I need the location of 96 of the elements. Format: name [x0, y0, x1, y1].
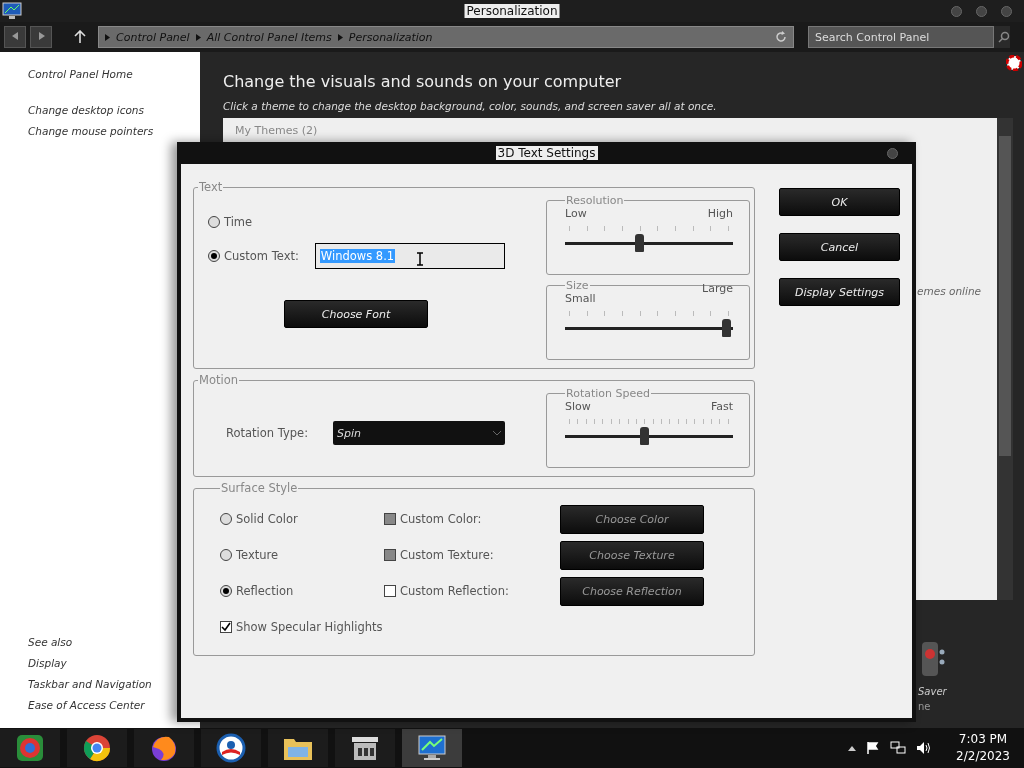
- chevron-icon[interactable]: [337, 33, 343, 41]
- forward-button[interactable]: [30, 26, 52, 48]
- clock[interactable]: 7:03 PM 2/2/2023: [956, 731, 1010, 765]
- speaker-icon[interactable]: [920, 640, 946, 678]
- checkbox-label[interactable]: Custom Texture:: [400, 548, 494, 562]
- close-button[interactable]: [1001, 5, 1012, 17]
- search-field[interactable]: Search Control Panel: [808, 26, 994, 48]
- dialog-button[interactable]: Display Settings: [779, 278, 900, 306]
- sidebar-link[interactable]: Control Panel Home: [28, 64, 200, 85]
- slider-max-label: Fast: [710, 400, 733, 415]
- address-bar[interactable]: Control Panel All Control Panel Items Personalization: [98, 26, 794, 48]
- group-legend: Rotation Speed: [565, 387, 651, 400]
- page-heading: Change the visuals and sounds on your computer: [223, 72, 623, 91]
- back-button[interactable]: [4, 26, 26, 48]
- browser-icon: [82, 733, 112, 763]
- radio-button[interactable]: [220, 549, 232, 561]
- online-themes-link[interactable]: emes online: [917, 285, 981, 297]
- taskbar-button[interactable]: [335, 729, 395, 767]
- dialog-title: 3D Text Settings: [495, 146, 598, 160]
- slider-thumb[interactable]: [639, 427, 649, 445]
- breadcrumb-link[interactable]: All Control Panel Items: [206, 30, 332, 44]
- chevron-icon[interactable]: [105, 33, 110, 41]
- selected-text: Windows 8.1: [319, 249, 396, 263]
- radio-label[interactable]: Solid Color: [236, 512, 298, 526]
- dialog-button[interactable]: Cancel: [779, 233, 900, 261]
- group-heading: My Themes (2): [235, 124, 318, 137]
- group-legend: Surface Style: [220, 481, 299, 495]
- choose-font-button[interactable]: Choose Font: [284, 300, 428, 328]
- rotation-type-dropdown[interactable]: Spin: [333, 421, 506, 445]
- group-legend: Size: [565, 279, 590, 292]
- maximize-button[interactable]: [976, 5, 987, 17]
- slider-max-label: Large: [702, 282, 733, 297]
- monitor-icon: [2, 2, 22, 20]
- up-arrow-icon[interactable]: [74, 30, 86, 44]
- speaker-volume-icon[interactable]: [916, 741, 933, 755]
- breadcrumb-link[interactable]: Personalization: [348, 30, 433, 44]
- rotation-type-label: Rotation Type:: [226, 426, 309, 440]
- slider-thumb[interactable]: [634, 234, 644, 252]
- dialog-button[interactable]: OK: [779, 188, 900, 216]
- choose-button[interactable]: Choose Color: [560, 504, 704, 534]
- show-hidden-icons-icon[interactable]: [848, 745, 857, 751]
- breadcrumb-link[interactable]: Control Panel: [116, 30, 190, 44]
- taskbar-button[interactable]: [67, 729, 127, 767]
- checkbox[interactable]: [384, 585, 396, 597]
- flag-icon[interactable]: [866, 741, 881, 755]
- radio-button[interactable]: [220, 585, 232, 597]
- taskbar-button[interactable]: [134, 729, 194, 767]
- monitor-icon: [416, 733, 448, 763]
- checkbox-label[interactable]: Show Specular Highlights: [236, 620, 383, 634]
- checkbox[interactable]: [384, 549, 396, 561]
- taskbar-button[interactable]: [268, 729, 328, 767]
- taskbar-button[interactable]: [402, 729, 462, 767]
- radio-button[interactable]: [208, 250, 220, 262]
- clock-time: 7:03 PM: [958, 731, 1008, 748]
- taskbar-button[interactable]: [201, 729, 261, 767]
- minimize-button[interactable]: [951, 5, 962, 17]
- checkbox-label[interactable]: Custom Color:: [400, 512, 482, 526]
- window-title: Personalization: [464, 4, 560, 18]
- sidebar-link[interactable]: Change desktop icons: [28, 100, 200, 121]
- right-arrow-icon: [37, 32, 45, 40]
- text-cursor-icon: [415, 252, 424, 266]
- scrollbar[interactable]: [997, 118, 1013, 600]
- checkbox[interactable]: [384, 513, 396, 525]
- screen-saver-label[interactable]: Saver: [918, 686, 947, 697]
- globe-icon: [216, 733, 246, 763]
- radio-label[interactable]: Texture: [236, 548, 279, 562]
- choose-button[interactable]: Choose Reflection: [560, 576, 704, 606]
- screen-saver-sublabel: ne: [918, 701, 931, 712]
- chevron-icon[interactable]: [195, 33, 201, 41]
- radio-label[interactable]: Reflection: [236, 584, 294, 598]
- radio-label[interactable]: Time: [224, 215, 253, 229]
- slider-thumb[interactable]: [722, 319, 732, 337]
- slider-max-label: High: [707, 207, 733, 222]
- radio-label[interactable]: Custom Text:: [224, 249, 299, 263]
- close-button[interactable]: [887, 147, 898, 159]
- help-icon[interactable]: [1006, 55, 1022, 71]
- checkbox-label[interactable]: Custom Reflection:: [400, 584, 509, 598]
- group-legend: Text: [198, 180, 224, 194]
- slider-min-label: Low: [565, 207, 587, 222]
- clock-date: 2/2/2023: [956, 748, 1010, 765]
- page-subtitle: Click a theme to change the desktop background, color, sounds, and screen saver all at once.: [223, 100, 718, 112]
- left-arrow-icon: [11, 32, 19, 40]
- choose-button[interactable]: Choose Texture: [560, 540, 704, 570]
- sidebar-link[interactable]: Change mouse pointers: [28, 121, 200, 142]
- group-legend: Resolution: [565, 194, 625, 207]
- slider-min-label: Small: [565, 292, 596, 307]
- caret-icon: [493, 430, 502, 436]
- refresh-icon[interactable]: [775, 31, 787, 43]
- slider-min-label: Slow: [565, 400, 591, 415]
- see-also-heading: See also: [28, 635, 74, 650]
- radio-button[interactable]: [208, 216, 220, 228]
- network-icon[interactable]: [890, 741, 907, 755]
- checkbox[interactable]: [220, 621, 232, 633]
- group-legend: Motion: [198, 373, 239, 387]
- search-icon[interactable]: [998, 31, 1010, 43]
- radio-button[interactable]: [220, 513, 232, 525]
